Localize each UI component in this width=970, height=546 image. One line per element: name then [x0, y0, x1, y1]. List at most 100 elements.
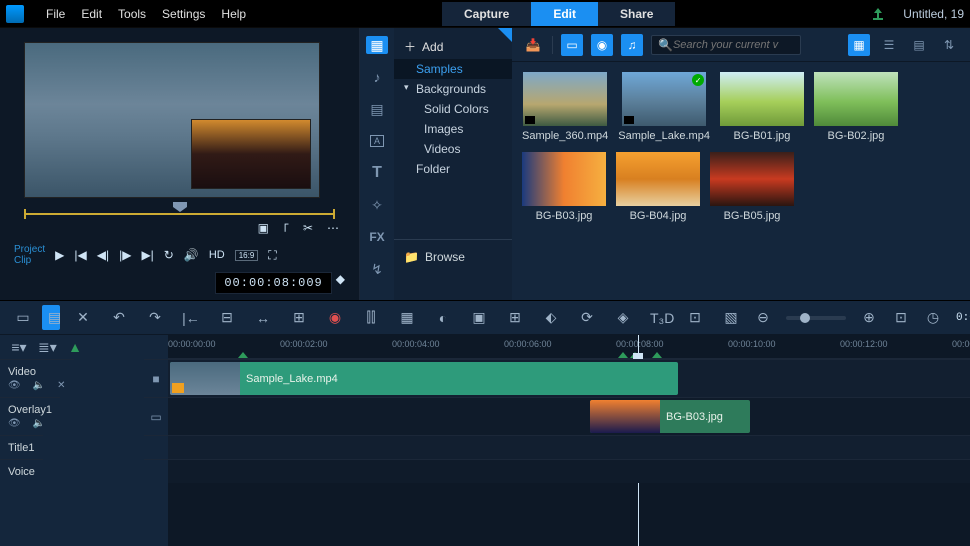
- mask-icon[interactable]: ◐: [434, 310, 452, 326]
- search-input[interactable]: [673, 39, 783, 51]
- go-start-icon[interactable]: |◀: [74, 248, 86, 262]
- play-button[interactable]: ▶: [55, 248, 64, 262]
- mixer-icon[interactable]: ⫿⫿: [362, 309, 380, 326]
- path-tab-icon[interactable]: ↯: [366, 260, 388, 278]
- marker-icon[interactable]: ⬖: [542, 309, 560, 326]
- color-icon[interactable]: ◉: [326, 309, 344, 326]
- add-track-icon[interactable]: ▲: [66, 339, 84, 355]
- motion-icon[interactable]: ⟳: [578, 309, 596, 326]
- timeline-ruler[interactable]: 00:00:00:0000:00:02:0000:00:04:0000:00:0…: [168, 335, 970, 359]
- transform-icon[interactable]: ▣: [470, 309, 488, 326]
- crop-icon[interactable]: ▣: [258, 221, 269, 238]
- lock-icon[interactable]: ✕: [57, 380, 65, 391]
- snap-left-icon[interactable]: |←: [182, 310, 200, 326]
- speaker-icon[interactable]: 🔈: [33, 418, 45, 429]
- titles-tab-icon[interactable]: A: [366, 132, 388, 150]
- track-list-icon[interactable]: ≡▾: [10, 339, 28, 356]
- fx-tab-icon[interactable]: FX: [366, 228, 388, 246]
- cut-icon[interactable]: ✂: [303, 221, 313, 238]
- media-tab-icon[interactable]: ▦: [366, 36, 388, 54]
- fullscreen-icon[interactable]: ⛶: [268, 248, 276, 263]
- sort-icon[interactable]: ⇅: [938, 34, 960, 56]
- library-item[interactable]: BG-B01.jpg: [720, 72, 804, 142]
- zoom-out-icon[interactable]: ⊖: [754, 309, 772, 326]
- filter-photo-icon[interactable]: ◉: [591, 34, 613, 56]
- overlay-lane[interactable]: BG-B03.jpg: [168, 397, 970, 435]
- view-grid-icon[interactable]: ▤: [908, 34, 930, 56]
- chapter-icon[interactable]: ◈: [614, 309, 632, 326]
- timecode-stepper-icon[interactable]: ◆: [336, 272, 345, 294]
- mode-share[interactable]: Share: [598, 2, 675, 26]
- preview-viewport[interactable]: [24, 42, 320, 198]
- add-media-button[interactable]: ＋Add: [394, 34, 512, 59]
- multi-icon[interactable]: ▦: [398, 309, 416, 326]
- mark-in-icon[interactable]: ｢: [283, 221, 289, 238]
- tracks-content[interactable]: 00:00:00:0000:00:02:0000:00:04:0000:00:0…: [168, 335, 970, 546]
- undo-icon[interactable]: ↶: [110, 309, 128, 326]
- redo-icon[interactable]: ↷: [146, 309, 164, 326]
- tree-images[interactable]: Images: [394, 119, 512, 139]
- video-lane[interactable]: Sample_Lake.mp4: [168, 359, 970, 397]
- menu-help[interactable]: Help: [221, 7, 246, 21]
- track-height-icon[interactable]: ≣▾: [38, 339, 56, 356]
- track-head-overlay1[interactable]: Overlay1 👁 🔈: [0, 397, 60, 435]
- storyboard-view-icon[interactable]: ▭: [14, 309, 32, 326]
- upload-icon[interactable]: [871, 8, 885, 20]
- import-icon[interactable]: 📥: [522, 34, 544, 56]
- tree-solid-colors[interactable]: Solid Colors: [394, 99, 512, 119]
- tree-samples[interactable]: Samples: [394, 59, 512, 79]
- split-icon[interactable]: ⊞: [506, 309, 524, 326]
- eye-icon[interactable]: 👁: [8, 380, 21, 391]
- search-box[interactable]: 🔍: [651, 35, 801, 55]
- project-clip-toggle[interactable]: Project Clip: [14, 244, 45, 266]
- next-frame-icon[interactable]: |▶: [119, 248, 131, 262]
- snap-right-icon[interactable]: ↔: [254, 310, 272, 326]
- speaker-icon[interactable]: 🔈: [33, 380, 45, 391]
- library-item[interactable]: ✓Sample_Lake.mp4: [618, 72, 710, 142]
- track-type-video-icon[interactable]: ■: [144, 359, 168, 397]
- group-icon[interactable]: ⊞: [290, 309, 308, 326]
- view-list-icon[interactable]: ☰: [878, 34, 900, 56]
- title-lane[interactable]: [168, 435, 970, 459]
- eye-icon[interactable]: 👁: [8, 418, 21, 429]
- loop-icon[interactable]: ↻: [164, 248, 174, 262]
- zoom-in-icon[interactable]: ⊕: [860, 309, 878, 326]
- library-item[interactable]: BG-B02.jpg: [814, 72, 898, 142]
- mode-edit[interactable]: Edit: [531, 2, 598, 26]
- volume-icon[interactable]: 🔊: [184, 248, 199, 262]
- menu-settings[interactable]: Settings: [162, 7, 205, 21]
- t3d-icon[interactable]: T₃D: [650, 310, 668, 326]
- go-end-icon[interactable]: ▶|: [141, 248, 153, 262]
- prev-frame-icon[interactable]: ◀|: [97, 248, 109, 262]
- track-type-voice-icon[interactable]: [144, 459, 168, 483]
- filter-audio-icon[interactable]: ♫: [621, 34, 643, 56]
- cue-marker[interactable]: [238, 352, 248, 358]
- video-clip[interactable]: Sample_Lake.mp4: [170, 362, 678, 395]
- record-icon[interactable]: ⊡: [686, 309, 704, 326]
- tree-backgrounds[interactable]: Backgrounds: [394, 79, 512, 99]
- library-item[interactable]: BG-B05.jpg: [710, 152, 794, 222]
- fit-icon[interactable]: ⊡: [892, 309, 910, 326]
- tree-folder[interactable]: Folder: [394, 159, 512, 179]
- browse-button[interactable]: 📁 Browse: [394, 246, 512, 268]
- timeline-view-icon[interactable]: ▤: [42, 305, 60, 330]
- mode-capture[interactable]: Capture: [442, 2, 531, 26]
- track-head-voice[interactable]: Voice: [0, 459, 43, 483]
- menu-tools[interactable]: Tools: [118, 7, 146, 21]
- transitions-tab-icon[interactable]: ▤: [366, 100, 388, 118]
- filter-all-icon[interactable]: ▭: [561, 34, 583, 56]
- snap-icon[interactable]: ⊟: [218, 309, 236, 326]
- tools-icon[interactable]: ✕: [74, 309, 92, 326]
- library-item[interactable]: BG-B04.jpg: [616, 152, 700, 222]
- aspect-ratio[interactable]: 16:9: [235, 250, 259, 261]
- preview-timecode[interactable]: 00:00:08:009: [215, 272, 331, 294]
- voice-lane[interactable]: [168, 459, 970, 483]
- track-head-video[interactable]: Video 👁 🔈 ✕: [0, 359, 74, 397]
- library-item[interactable]: BG-B03.jpg: [522, 152, 606, 222]
- zoom-slider[interactable]: [786, 316, 846, 320]
- more-icon[interactable]: ⋯: [327, 221, 339, 238]
- batch-icon[interactable]: ▧: [722, 309, 740, 326]
- audio-tab-icon[interactable]: ♪: [366, 68, 388, 86]
- track-type-title-icon[interactable]: [144, 435, 168, 459]
- cue-marker[interactable]: [618, 352, 628, 358]
